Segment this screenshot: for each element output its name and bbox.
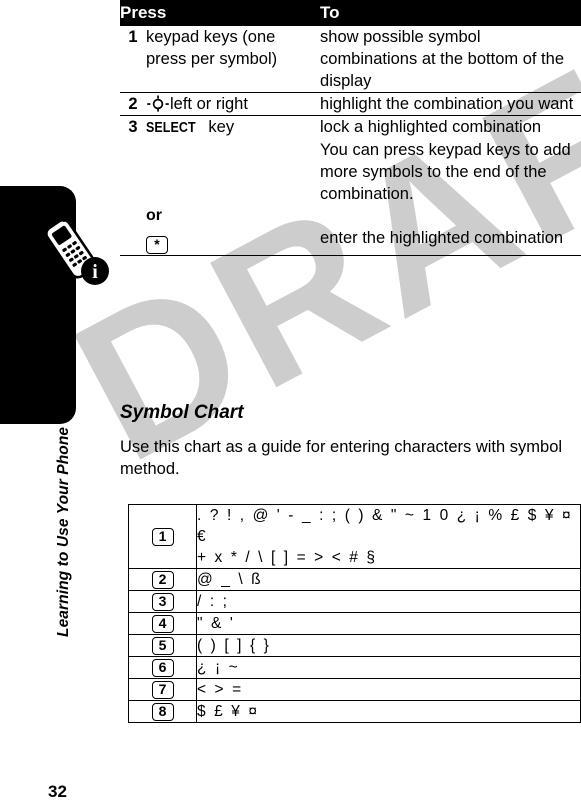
symbol-key-cell: 7 [128, 678, 197, 701]
sidebar: i Learning to Use Your Phone 32 [0, 0, 120, 811]
symbol-key-cell: 3 [128, 590, 197, 613]
key-7-icon: 7 [151, 680, 174, 699]
step-press-text: key [208, 118, 235, 136]
step-number: 3 [120, 115, 146, 139]
symbol-chart-table: 1 . ? ! , @ ' - _ : ; ( ) & " ~ 1 0 ¿ ¡ … [128, 504, 581, 723]
table-row: 7 < > = [128, 678, 581, 701]
symbol-values-line2: + x * / \ [ ] = > < # § [197, 549, 378, 566]
table-row: 5 ( ) [ ] { } [128, 634, 581, 657]
step-number: 2 [120, 92, 146, 116]
table-row: 8 $ £ ¥ ¤ [128, 700, 581, 723]
symbol-values-line1: . ? ! , @ ' - _ : ; ( ) & " ~ 1 0 ¿ ¡ % … [197, 507, 573, 545]
table-row: You can press keypad keys to add more sy… [120, 139, 581, 205]
symbol-values-cell: $ £ ¥ ¤ [196, 700, 581, 723]
symbol-values-cell: / : ; [196, 590, 581, 613]
symbol-key-cell: 1 [128, 504, 197, 569]
symbol-key-cell: 8 [128, 700, 197, 723]
or-label: or [146, 207, 162, 224]
info-badge-letter: i [92, 261, 98, 283]
step-number: 1 [120, 25, 146, 93]
table-row: 3 SELECT key lock a highlighted combinat… [120, 115, 581, 139]
page-number: 32 [48, 782, 67, 801]
column-header-press: Press [120, 0, 321, 26]
key-6-icon: 6 [151, 658, 174, 677]
steps-table: Press To 1 keypad keys (one press per sy… [120, 0, 581, 256]
table-row: 2 left or right highlight the combinatio… [120, 92, 581, 116]
table-row: 1 . ? ! , @ ' - _ : ; ( ) & " ~ 1 0 ¿ ¡ … [128, 504, 581, 569]
key-8-icon: 8 [151, 702, 174, 721]
table-row: 4 " & ' [128, 612, 581, 635]
section-intro-text: Use this chart as a guide for entering c… [120, 438, 563, 478]
asterisk-key-icon: * [146, 236, 168, 254]
column-header-to: To [320, 0, 581, 26]
symbol-values-cell: < > = [196, 678, 581, 701]
symbol-values-cell: . ? ! , @ ' - _ : ; ( ) & " ~ 1 0 ¿ ¡ % … [196, 504, 581, 569]
table-row: 1 keypad keys (one press per symbol) sho… [120, 25, 581, 93]
symbol-key-cell: 6 [128, 656, 197, 679]
symbol-key-cell: 4 [128, 612, 197, 635]
chapter-title: Learning to Use Your Phone [55, 426, 72, 637]
step-press-text: left or right [170, 95, 248, 113]
table-row: or * enter the highlighted combination [120, 205, 581, 256]
steps-table-header-row: Press To [120, 0, 581, 26]
key-2-icon: 2 [151, 570, 174, 589]
step-to-text: lock a highlighted combination [320, 115, 581, 139]
symbol-values-cell: " & ' [196, 612, 581, 635]
key-5-icon: 5 [151, 636, 174, 655]
table-row: 6 ¿ ¡ ~ [128, 656, 581, 679]
table-row: 2 @ _ \ ß [128, 568, 581, 591]
page-title: Symbol Chart [120, 402, 244, 423]
step-press-text: keypad keys (one press per symbol) [146, 25, 321, 93]
select-softkey-label: SELECT [146, 120, 196, 136]
key-1-icon: 1 [151, 527, 174, 546]
symbol-values-cell: ¿ ¡ ~ [196, 656, 581, 679]
key-3-icon: 3 [151, 592, 174, 611]
symbol-values-cell: @ _ \ ß [196, 568, 581, 591]
phone-with-info-badge-icon: i [38, 215, 110, 290]
symbol-key-cell: 2 [128, 568, 197, 591]
main-content: Press To 1 keypad keys (one press per sy… [120, 0, 581, 811]
step-to-text: show possible symbol combinations at the… [320, 25, 581, 93]
symbol-values-cell: ( ) [ ] { } [196, 634, 581, 657]
key-4-icon: 4 [151, 614, 174, 633]
step-to-text: highlight the combination you want [320, 92, 581, 116]
symbol-key-cell: 5 [128, 634, 197, 657]
step-to-text: enter the highlighted combination [320, 205, 581, 256]
step-note-text: You can press keypad keys to add more sy… [320, 141, 571, 203]
navigation-key-icon [146, 95, 170, 112]
table-row: 3 / : ; [128, 590, 581, 613]
